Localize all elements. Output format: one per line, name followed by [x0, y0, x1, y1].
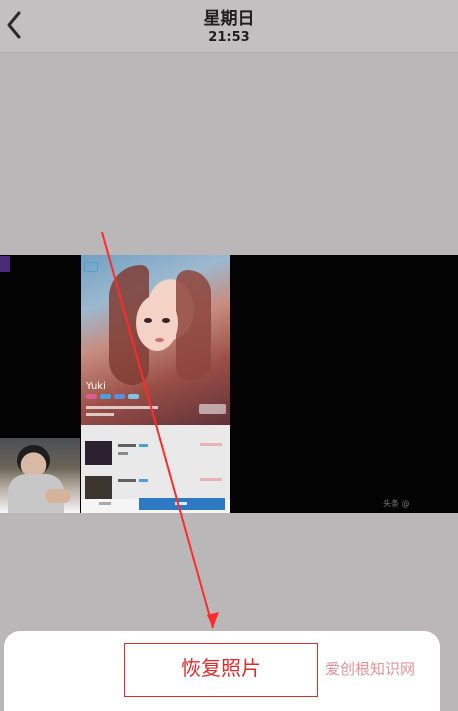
tag [100, 394, 111, 399]
restore-photo-button[interactable]: 恢复照片 [124, 643, 318, 697]
list-item [85, 441, 225, 465]
list-price [200, 478, 222, 481]
small-watermark: 头条 @ [383, 499, 410, 508]
face-shape [136, 295, 178, 351]
list-badge [139, 479, 148, 482]
hair-shape-right [176, 270, 211, 380]
lip-shape [155, 338, 164, 342]
streamer-name: Yuki [86, 381, 106, 392]
photo-preview[interactable]: Yuki [81, 255, 230, 513]
top-left-badge [84, 262, 98, 272]
brand-watermark: 爱创根知识网 [325, 660, 416, 678]
description-line [86, 413, 114, 416]
webcam-hand [45, 489, 71, 503]
time-label: 21:53 [208, 30, 250, 45]
list-line [118, 444, 136, 447]
tag [128, 394, 139, 399]
list-thumb [85, 476, 112, 500]
list-item [85, 476, 225, 500]
top-bar: 星期日 21:53 [0, 0, 458, 53]
follow-button[interactable] [199, 404, 226, 414]
tag [86, 394, 97, 399]
page-title: 星期日 [203, 9, 255, 29]
tag [114, 394, 125, 399]
tag-row [86, 394, 139, 399]
list-line [118, 452, 128, 455]
description-line [86, 406, 158, 409]
bottom-bar-left [99, 502, 111, 505]
list-thumb [85, 441, 112, 465]
eye-left [144, 318, 152, 323]
webcam-head [17, 445, 50, 476]
eye-right [162, 318, 170, 323]
list-line [118, 479, 136, 482]
list-price [200, 443, 222, 446]
purple-corner-mark [0, 256, 10, 272]
list-badge [139, 444, 148, 447]
bottom-bar-button[interactable] [139, 498, 225, 510]
